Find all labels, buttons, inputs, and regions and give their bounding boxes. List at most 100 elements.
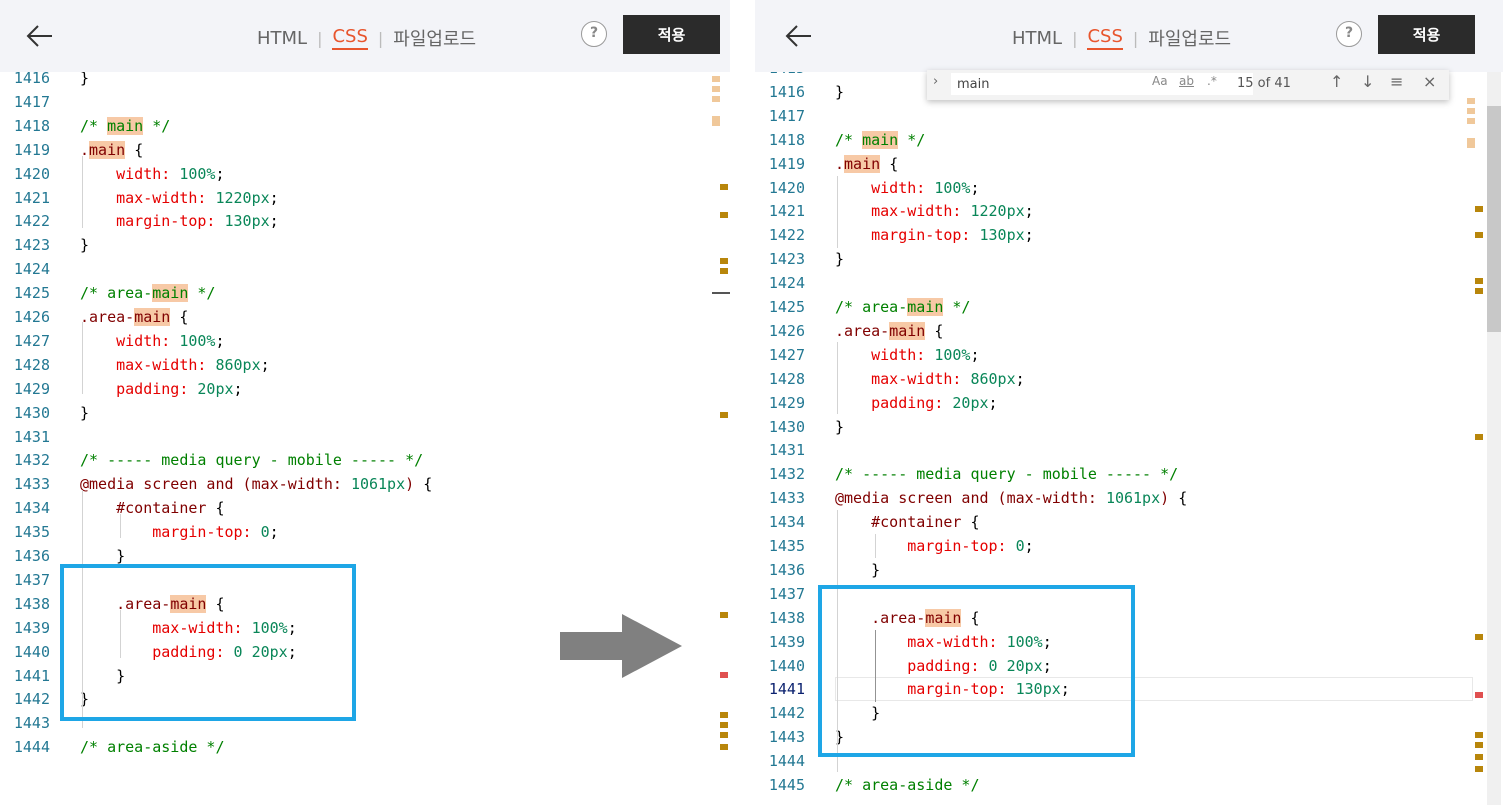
- code-line[interactable]: 1417: [755, 104, 1503, 128]
- code-line[interactable]: 1423}: [755, 247, 1503, 271]
- overview-ruler-mark: [712, 96, 720, 102]
- overview-ruler-mark: [720, 258, 728, 264]
- code-line[interactable]: 1428 max-width: 860px;: [755, 367, 1503, 391]
- apply-button[interactable]: 적용: [623, 15, 720, 54]
- line-number: 1424: [13, 260, 50, 279]
- code-line[interactable]: 1422 margin-top: 130px;: [0, 209, 730, 233]
- code-line[interactable]: 1445 /* area-aside */: [755, 773, 1503, 797]
- code-line[interactable]: 1433 @media screen and (max-width: 1061px…: [755, 486, 1503, 510]
- indent-guide: [82, 156, 83, 228]
- help-icon[interactable]: ?: [1336, 21, 1362, 47]
- code-line[interactable]: 1444 /* area-aside */: [0, 735, 730, 759]
- regex-icon[interactable]: .*: [1207, 74, 1217, 88]
- code-line[interactable]: 1430}: [755, 415, 1503, 439]
- code-text: /* main */: [835, 130, 926, 149]
- code-line[interactable]: 1426 .area-main {: [755, 319, 1503, 343]
- code-line[interactable]: 1422 margin-top: 130px;: [755, 223, 1503, 247]
- code-text: margin-top: 130px;: [871, 226, 1034, 245]
- code-line[interactable]: 1416}: [0, 72, 730, 90]
- line-number: 1425: [768, 298, 805, 316]
- help-icon[interactable]: ?: [581, 21, 607, 47]
- chevron-right-icon[interactable]: ›: [933, 74, 938, 89]
- close-icon[interactable]: ×: [1423, 72, 1436, 91]
- code-line[interactable]: 1420 width: 100%;: [755, 176, 1503, 200]
- overview-ruler-mark: [712, 76, 720, 82]
- apply-button[interactable]: 적용: [1378, 15, 1475, 54]
- code-line[interactable]: 1417: [0, 90, 730, 114]
- code-line[interactable]: 1427 width: 100%;: [755, 343, 1503, 367]
- indent-guide: [120, 514, 121, 538]
- back-arrow-icon[interactable]: [24, 20, 56, 52]
- line-number: 1438: [768, 608, 805, 627]
- line-number: 1422: [768, 226, 805, 245]
- highlight-box-after: [818, 585, 1135, 757]
- tab-html[interactable]: HTML: [257, 28, 307, 49]
- whole-word-icon[interactable]: ab: [1179, 74, 1194, 88]
- vertical-scrollbar[interactable]: [1487, 72, 1501, 805]
- code-line[interactable]: 1427 width: 100%;: [0, 329, 730, 353]
- code-line[interactable]: 1431: [0, 425, 730, 449]
- code-text: @media screen and (max-width: 1061px) {: [80, 475, 433, 494]
- line-number: 1426: [768, 321, 805, 340]
- overview-ruler-mark: [1475, 278, 1483, 284]
- back-arrow-icon[interactable]: [783, 20, 815, 52]
- code-line[interactable]: 1423}: [0, 233, 730, 257]
- code-line[interactable]: 1425 /* area-main */: [0, 281, 730, 305]
- code-line[interactable]: 1419 .main {: [755, 152, 1503, 176]
- tab-file-upload[interactable]: 파일업로드: [1148, 25, 1231, 51]
- line-number: 1444: [768, 752, 805, 771]
- code-line[interactable]: 1429 padding: 20px;: [0, 377, 730, 401]
- overview-ruler-mark: [1475, 634, 1483, 640]
- code-line[interactable]: 1435 margin-top: 0;: [755, 534, 1503, 558]
- next-match-arrow-icon[interactable]: ↓: [1361, 72, 1374, 91]
- match-case-icon[interactable]: Aa: [1152, 74, 1168, 88]
- code-line[interactable]: 1429 padding: 20px;: [755, 391, 1503, 415]
- code-text: max-width: 1220px;: [116, 188, 279, 207]
- line-number: 1428: [768, 369, 805, 388]
- code-line[interactable]: 1421 max-width: 1220px;: [0, 186, 730, 210]
- code-line[interactable]: 1418 /* main */: [0, 114, 730, 138]
- overview-ruler[interactable]: [712, 72, 730, 755]
- scrollbar-thumb[interactable]: [1487, 106, 1501, 332]
- code-text: padding: 20px;: [116, 379, 243, 398]
- code-line[interactable]: 1424: [0, 257, 730, 281]
- line-number: 1421: [13, 188, 50, 207]
- code-line[interactable]: 1436 }: [755, 558, 1503, 582]
- tab-file-upload[interactable]: 파일업로드: [393, 25, 476, 51]
- code-line[interactable]: 1419 .main {: [0, 138, 730, 162]
- code-text: width: 100%;: [871, 345, 980, 364]
- code-line[interactable]: 1424: [755, 271, 1503, 295]
- code-line[interactable]: 1434 #container {: [0, 496, 730, 520]
- tab-html[interactable]: HTML: [1012, 28, 1062, 49]
- line-number: 1442: [13, 690, 50, 709]
- tab-css[interactable]: CSS: [1087, 26, 1123, 50]
- previous-match-arrow-icon[interactable]: ↑: [1330, 72, 1343, 91]
- code-line[interactable]: 1431: [755, 438, 1503, 462]
- line-number: 1441: [13, 666, 50, 685]
- code-line[interactable]: 1435 margin-top: 0;: [0, 520, 730, 544]
- overview-ruler-mark: [1475, 692, 1483, 698]
- code-text: /* area-aside */: [835, 776, 980, 794]
- code-line[interactable]: 1433 @media screen and (max-width: 1061px…: [0, 472, 730, 496]
- overview-ruler-mark: [720, 268, 728, 274]
- line-number: 1417: [13, 92, 50, 111]
- code-line[interactable]: 1430}: [0, 401, 730, 425]
- code-line[interactable]: 1425 /* area-main */: [755, 295, 1503, 319]
- code-line[interactable]: 1432 /* ----- media query - mobile ----- …: [0, 448, 730, 472]
- code-text: /* main */: [80, 116, 171, 135]
- code-line[interactable]: 1420 width: 100%;: [0, 162, 730, 186]
- overview-ruler-mark: [1475, 766, 1483, 772]
- code-line[interactable]: 1421 max-width: 1220px;: [755, 199, 1503, 223]
- code-line[interactable]: 1432 /* ----- media query - mobile ----- …: [755, 462, 1503, 486]
- code-line[interactable]: 1426 .area-main {: [0, 305, 730, 329]
- tab-css[interactable]: CSS: [332, 26, 368, 50]
- tab-separator: |: [317, 28, 323, 48]
- code-line[interactable]: 1434 #container {: [755, 510, 1503, 534]
- code-text: width: 100%;: [116, 331, 225, 350]
- code-text: .main {: [835, 154, 899, 173]
- find-in-selection-icon[interactable]: ≡: [1390, 72, 1403, 91]
- overview-ruler[interactable]: [1467, 72, 1487, 772]
- code-line[interactable]: 1418 /* main */: [755, 128, 1503, 152]
- code-line[interactable]: 1428 max-width: 860px;: [0, 353, 730, 377]
- indent-guide: [82, 322, 83, 394]
